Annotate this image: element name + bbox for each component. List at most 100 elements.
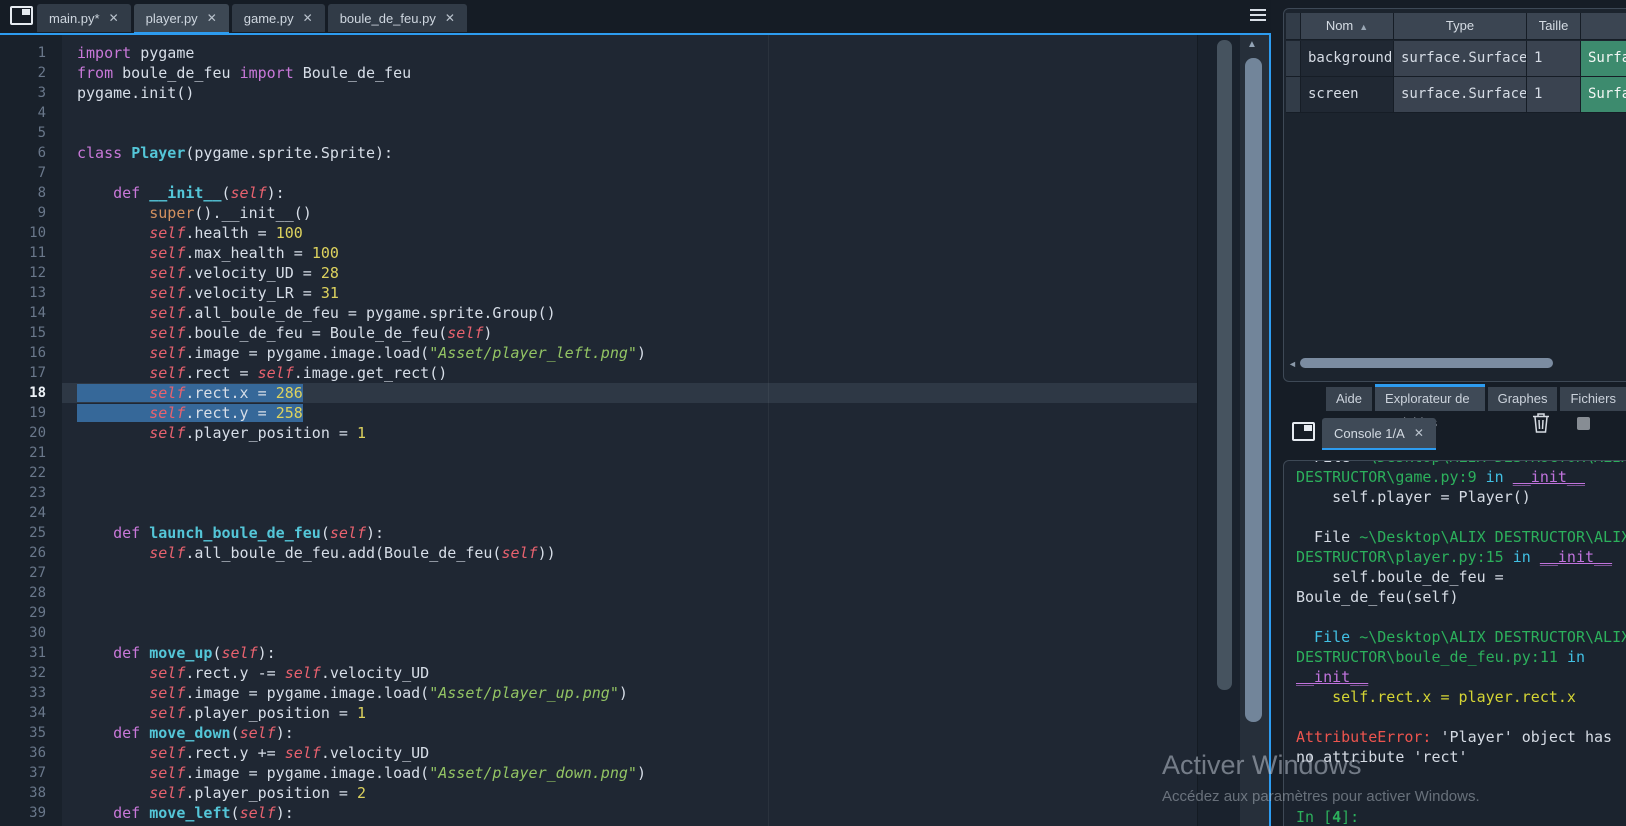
line-number[interactable]: 17 [0,363,46,383]
code-line[interactable]: self.rect.y += self.velocity_UD [62,743,1197,763]
line-number[interactable]: 20 [0,423,46,443]
code-line[interactable] [62,623,1197,643]
code-line[interactable]: self.boule_de_feu = Boule_de_feu(self) [62,323,1197,343]
code-line[interactable]: self.player_position = 2 [62,783,1197,803]
code-line[interactable]: self.all_boule_de_feu.add(Boule_de_feu(s… [62,543,1197,563]
cell-nom[interactable]: screen [1301,77,1394,113]
code-line[interactable]: def __init__(self): [62,183,1197,203]
code-line[interactable]: self.player_position = 1 [62,703,1197,723]
line-number[interactable]: 26 [0,543,46,563]
line-number[interactable]: 15 [0,323,46,343]
code-line[interactable] [62,603,1197,623]
line-number[interactable]: 3 [0,83,46,103]
line-number[interactable]: 21 [0,443,46,463]
line-number[interactable]: 34 [0,703,46,723]
line-number[interactable]: 10 [0,223,46,243]
code-line[interactable]: self.rect.y -= self.velocity_UD [62,663,1197,683]
line-number[interactable]: 27 [0,563,46,583]
line-number[interactable]: 28 [0,583,46,603]
line-number[interactable]: 33 [0,683,46,703]
line-number[interactable]: 11 [0,243,46,263]
line-number[interactable]: 36 [0,743,46,763]
code-line[interactable]: self.health = 100 [62,223,1197,243]
cell-type[interactable]: surface.Surface [1394,77,1527,113]
panel-tab-fichiers[interactable]: Fichiers [1560,387,1626,411]
line-number[interactable]: 31 [0,643,46,663]
editor-options-menu-icon[interactable] [1250,9,1266,21]
line-number[interactable]: 37 [0,763,46,783]
column-header-nom[interactable]: Nom ▲ [1301,13,1394,40]
line-number[interactable]: 14 [0,303,46,323]
variable-explorer-hscrollbar-thumb[interactable] [1300,358,1553,368]
editor-scrollbar-thumb[interactable] [1217,40,1232,690]
code-line[interactable]: class Player(pygame.sprite.Sprite): [62,143,1197,163]
line-number[interactable]: 29 [0,603,46,623]
editor-tab-mainpy[interactable]: main.py* ✕ [37,4,131,32]
code-line[interactable]: def launch_boule_de_feu(self): [62,523,1197,543]
code-line[interactable] [62,463,1197,483]
editor-tab-gamepy[interactable]: game.py ✕ [231,4,325,32]
code-line[interactable]: self.rect.x = 286 [62,383,1197,403]
cell-valeur[interactable]: Surface [1581,77,1626,113]
editor-tab-playerpy[interactable]: player.py ✕ [133,4,229,32]
code-line[interactable] [62,563,1197,583]
code-line[interactable]: self.velocity_UD = 28 [62,263,1197,283]
line-number[interactable]: 9 [0,203,46,223]
code-line[interactable] [62,123,1197,143]
code-line[interactable]: super().__init__() [62,203,1197,223]
panel-tab-graphes[interactable]: Graphes [1487,387,1558,411]
line-number[interactable]: 6 [0,143,46,163]
line-number[interactable]: 8 [0,183,46,203]
line-number[interactable]: 5 [0,123,46,143]
code-line[interactable] [62,483,1197,503]
scroll-up-arrow-icon[interactable]: ▲ [1247,39,1257,50]
stop-button[interactable] [1577,417,1590,430]
code-line[interactable]: self.player_position = 1 [62,423,1197,443]
scroll-left-arrow-icon[interactable]: ◄ [1288,358,1297,370]
editor-tab-boule_de_feupy[interactable]: boule_de_feu.py ✕ [327,4,467,32]
code-line[interactable]: self.rect.y = 258 [62,403,1197,423]
remove-console-button[interactable] [1532,412,1550,439]
code-line[interactable] [62,163,1197,183]
line-number[interactable]: 25 [0,523,46,543]
column-header-taille[interactable]: Taille [1527,13,1581,40]
code-line[interactable]: self.velocity_LR = 31 [62,283,1197,303]
panel-tab-aide[interactable]: Aide [1326,387,1373,411]
cell-nom[interactable]: background [1301,41,1394,77]
line-number[interactable]: 13 [0,283,46,303]
cell-taille[interactable]: 1 [1527,41,1581,77]
cell-taille[interactable]: 1 [1527,77,1581,113]
code-line[interactable]: import pygame [62,43,1197,63]
line-number[interactable]: 19 [0,403,46,423]
line-number[interactable]: 7 [0,163,46,183]
close-icon[interactable]: ✕ [445,11,455,25]
column-header-type[interactable]: Type [1394,13,1527,40]
line-number[interactable]: 16 [0,343,46,363]
line-number[interactable]: 30 [0,623,46,643]
line-number[interactable]: 12 [0,263,46,283]
code-line[interactable]: def move_up(self): [62,643,1197,663]
line-number[interactable]: 32 [0,663,46,683]
code-line[interactable]: def move_left(self): [62,803,1197,823]
line-number[interactable]: 39 [0,803,46,823]
code-line[interactable]: pygame.init() [62,83,1197,103]
line-number[interactable]: 4 [0,103,46,123]
code-line[interactable] [62,103,1197,123]
close-icon[interactable]: ✕ [303,11,313,25]
console-browse-tabs-icon[interactable] [1292,422,1315,441]
line-number[interactable]: 23 [0,483,46,503]
code-line[interactable]: def move_down(self): [62,723,1197,743]
line-number[interactable]: 24 [0,503,46,523]
close-icon[interactable]: ✕ [207,11,217,25]
line-number[interactable]: 1 [0,43,46,63]
code-line[interactable]: from boule_de_feu import Boule_de_feu [62,63,1197,83]
code-line[interactable] [62,583,1197,603]
code-line[interactable] [62,443,1197,463]
cell-type[interactable]: surface.Surface [1394,41,1527,77]
panel-scrollbar-thumb[interactable] [1245,58,1262,722]
tab-console-1a[interactable]: Console 1/A ✕ [1322,418,1436,448]
line-number[interactable]: 22 [0,463,46,483]
code-line[interactable]: self.image = pygame.image.load("Asset/pl… [62,763,1197,783]
code-line[interactable] [62,503,1197,523]
close-icon[interactable]: ✕ [1414,426,1424,440]
